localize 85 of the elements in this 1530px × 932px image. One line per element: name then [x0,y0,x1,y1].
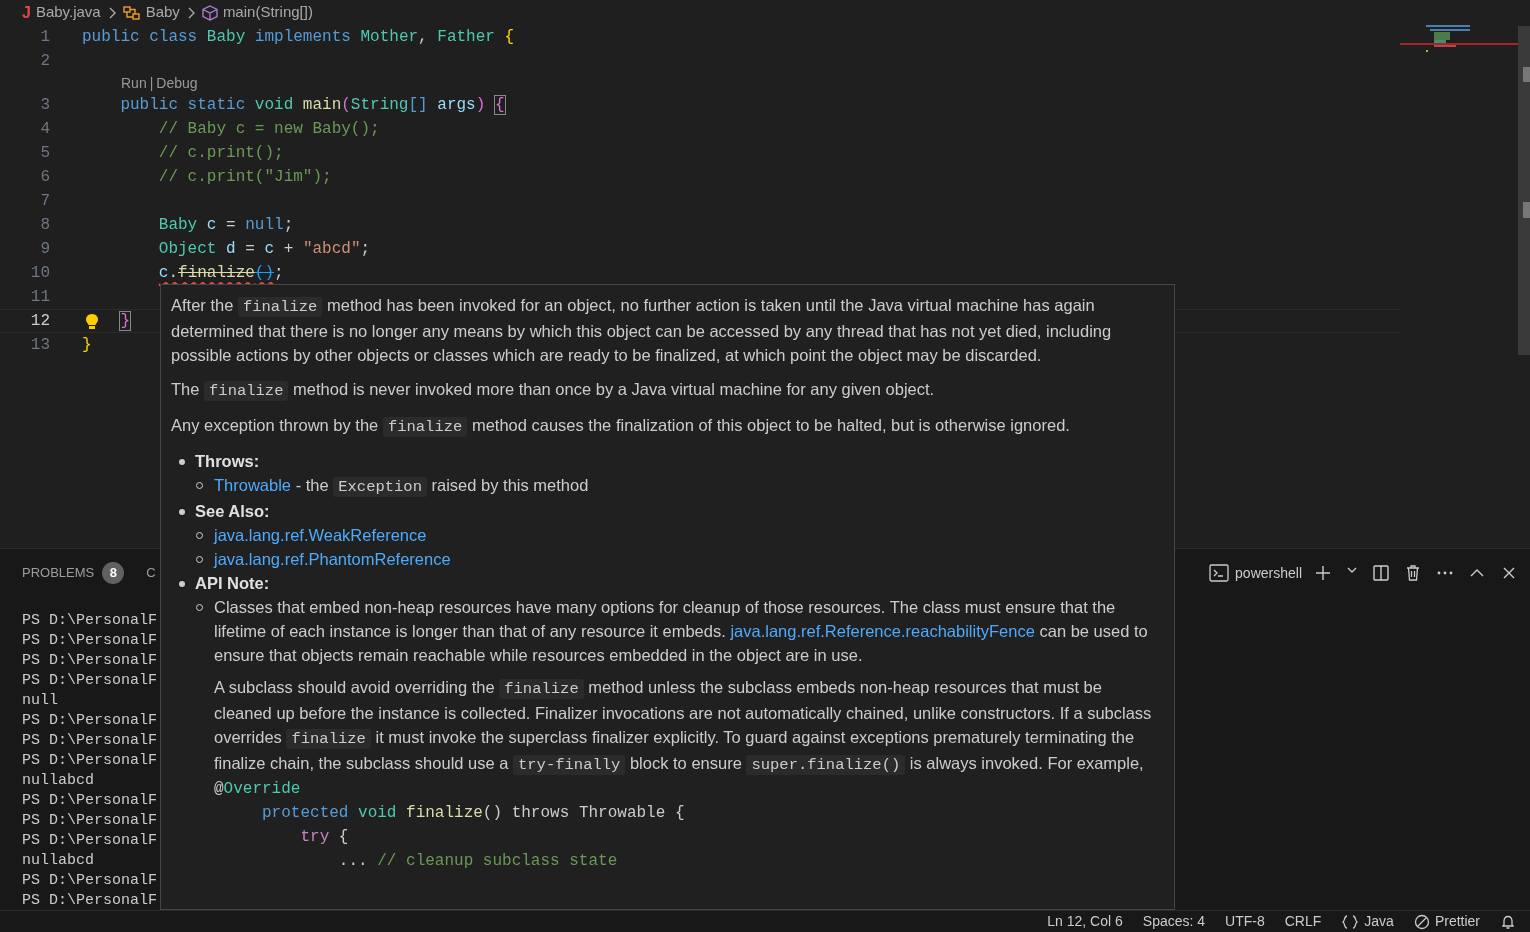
split-icon[interactable] [1372,564,1390,582]
terminal-line: PS D:\PersonalF [22,791,158,811]
code-line: try { [299,827,350,848]
code-line: // c.print("Jim"); [157,167,332,188]
doc-link[interactable]: java.lang.ref.WeakReference [214,526,427,544]
terminal-line: PS D:\PersonalF [22,671,158,691]
braces-icon [1341,913,1360,930]
line-number: 7 [39,191,50,212]
doc-paragraph: The finalize method is never invoked more than once by a Java virtual machine for any given object. [171,379,936,403]
breadcrumb-item[interactable]: main(String[]) [222,1,313,24]
status-item[interactable]: Ln 12, Col 6 [1047,911,1123,932]
terminal-line: nullabcd [22,771,94,791]
doc-paragraph: Any exception thrown by the finalize method causes the finalization of this object to be halted, but is otherwise ignored. [171,415,1071,439]
list-heading: Throws: [195,451,260,472]
line-number: 1 [39,27,50,48]
lightbulb-icon[interactable] [84,313,100,330]
code-line: Object d = c + "abcd"; [157,239,371,260]
doc-link[interactable]: java.lang.ref.Reference.reachabilityFence [730,622,1035,640]
breadcrumb-item[interactable]: Baby.java [35,1,101,24]
terminal-line: PS D:\PersonalF [22,731,158,751]
code-line: @Override [214,779,302,800]
terminal-line: nullabcd [22,851,94,871]
terminal-line: PS D:\PersonalF [22,651,158,671]
list-heading: See Also: [195,501,270,522]
terminal-icon [1209,563,1230,583]
code-line: // Baby c = new Baby(); [157,119,380,140]
terminal-selector[interactable]: powershell [1209,562,1302,584]
doc-link[interactable]: Throwable [214,476,292,494]
codelens-link[interactable]: Run [121,72,147,94]
plus-icon[interactable] [1314,564,1332,582]
bullet-icon [179,581,185,587]
terminal-line: PS D:\PersonalF [22,711,158,731]
code-line: Baby c = null; [157,215,294,236]
count-badge: 8 [102,562,125,584]
terminal-line: PS D:\PersonalF [22,631,158,651]
line-number: 13 [29,335,50,356]
code-line: public class Baby implements Mother, Father { [82,27,515,48]
breadcrumb-item[interactable]: Baby [145,1,180,24]
status-item[interactable]: Prettier [1434,911,1480,932]
trash-icon[interactable] [1404,564,1422,582]
bell-icon[interactable] [1500,913,1516,930]
codelens-separator: | [149,73,154,93]
code-line: // c.print(); [157,143,284,164]
terminal-line: PS D:\PersonalF [22,751,158,771]
code-line: } [82,335,92,356]
code-line: } [119,311,130,332]
doc-paragraph: Classes that embed non-heap resources have many options for cleanup of those resources. The class must ensure that the lifetime of each instance is longer than that of any resource it embeds. java.lang.ref.Reference.reachabilityFence can be used to ensure that objects remain reachable while resources embedded in the object are in use. [214,597,1149,666]
code-line: public static void main(String[] args) { [119,95,505,116]
code-line: c.finalize(); [157,263,284,284]
terminal-line: PS D:\PersonalF [22,611,158,631]
line-number: 6 [39,167,50,188]
doc-paragraph: A subclass should avoid overriding the finalize method unless the subclass embeds non-heap resources that must be cleaned up before the instance is collected. Finalizer invocations are not automatically chained, unlike constructors. If a subclass overrides finalize it must invoke the superclass finalizer explicitly. To guard against exceptions prematurely terminating the finalize chain, the subclass should use a try-finally block to ensure super.finalize() is always invoked. For example, [214,677,1153,777]
doc-paragraph: After the finalize method has been invoked for an object, no further action is taken until the Java virtual machine has again determined that there is no longer any means by which this object can be accessed by any thread that has not yet died, including possible actions by other objects or classes which are ready to be finalized, at which point the object may be discarded. [171,295,1113,366]
terminal-line: PS D:\PersonalF [22,811,158,831]
doc-link[interactable]: java.lang.ref.PhantomReference [214,550,451,568]
code-line: protected void finalize() throws Throwable { [261,803,686,824]
terminal-line: PS D:\PersonalF [22,831,158,851]
status-item[interactable]: Spaces: 4 [1142,911,1206,932]
codelens-link[interactable]: Debug [156,72,198,94]
terminal-line: PS D:\PersonalF [22,891,158,911]
bullet-icon [179,509,185,515]
status-item[interactable]: UTF-8 [1225,911,1265,932]
line-number: 5 [39,143,50,164]
terminal-line: null [22,691,58,711]
line-number: 11 [29,287,50,308]
prohibited-icon [1413,913,1430,930]
line-number: 8 [39,215,50,236]
line-number: 4 [39,119,50,140]
bullet-icon [179,459,185,465]
class-icon [122,4,141,21]
doc-paragraph: Throwable - the Exception raised by this method [214,475,590,499]
status-item[interactable]: Java [1364,911,1394,932]
panel-tab[interactable]: PROBLEMS [22,563,95,583]
panel-tab[interactable]: C [146,563,156,583]
java-file-icon: J [22,0,31,25]
line-number: 3 [39,95,50,116]
code-line: ... // cleanup subclass state [337,851,619,872]
cube-icon [201,4,218,21]
status-item[interactable]: CRLF [1284,911,1322,932]
line-number: 12 [29,311,50,332]
list-heading: API Note: [195,573,270,594]
terminal-line: PS D:\PersonalF [22,871,158,891]
line-number: 10 [29,263,50,284]
line-number: 9 [39,239,50,260]
line-number: 2 [39,51,50,72]
